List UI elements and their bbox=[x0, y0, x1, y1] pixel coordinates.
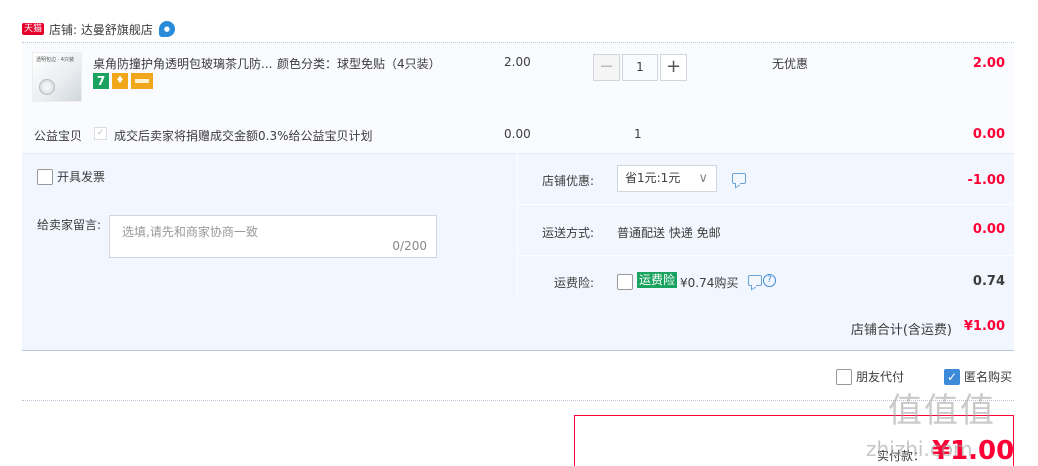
friend-pay-checkbox[interactable] bbox=[836, 368, 852, 385]
charity-text: 成交后卖家将捐赠成交金额0.3%给公益宝贝计划 bbox=[114, 129, 373, 143]
help-icon[interactable]: ? bbox=[763, 274, 776, 287]
message-char-count: 0/200 bbox=[392, 239, 427, 253]
insurance-price: ¥0.74购买 bbox=[680, 276, 739, 290]
item-discount: 无优惠 bbox=[772, 57, 809, 71]
product-image-shape bbox=[39, 79, 55, 95]
insurance-total: 0.74 bbox=[972, 274, 1005, 289]
chevron-down-icon: ∨ bbox=[698, 171, 708, 186]
shop-name-link[interactable]: 店铺: 达曼舒旗舰店 bbox=[49, 21, 153, 38]
row-divider bbox=[518, 255, 1014, 256]
shop-header: 天猫 店铺: 达曼舒旗舰店 ● bbox=[22, 18, 175, 40]
discount-info-chat-icon[interactable] bbox=[732, 173, 746, 184]
divider bbox=[22, 400, 1014, 401]
product-thumbnail[interactable]: 透明包边 · 4只装 bbox=[32, 52, 82, 102]
charity-price: 0.00 bbox=[504, 127, 531, 141]
insurance-checkbox[interactable] bbox=[617, 274, 633, 290]
quantity-input[interactable]: 1 bbox=[622, 54, 658, 81]
product-title-link[interactable]: 桌角防撞护角透明包玻璃茶几防... bbox=[93, 55, 272, 72]
invoice-label: 开具发票 bbox=[57, 170, 106, 184]
charity-qty: 1 bbox=[634, 127, 642, 141]
shop-discount-total: -1.00 bbox=[967, 173, 1005, 188]
order-item-panel: 透明包边 · 4只装 桌角防撞护角透明包玻璃茶几防... 颜色分类：球型免贴（4… bbox=[22, 43, 1014, 153]
service-badges: 7 ♦ bbox=[93, 73, 153, 89]
watermark-logo: 值值值 bbox=[888, 391, 996, 431]
insurance-badge: 运费险 bbox=[637, 272, 678, 288]
shipping-label: 运送方式: bbox=[541, 226, 594, 240]
item-subtotal: 2.00 bbox=[972, 56, 1005, 71]
wangwang-chat-icon[interactable]: ● bbox=[158, 21, 175, 37]
invoice-message-panel: 开具发票 给卖家留言: 选填,请先和商家协商一致 0/200 bbox=[22, 153, 517, 299]
charity-label: 公益宝贝 bbox=[34, 129, 83, 143]
product-sku: 颜色分类：球型免贴（4只装） bbox=[277, 57, 441, 71]
watermark-site: zhizhi.com bbox=[866, 437, 973, 461]
insurance-label: 运费险: bbox=[553, 276, 594, 290]
insurance-chat-icon[interactable] bbox=[748, 275, 762, 286]
invoice-checkbox[interactable] bbox=[37, 168, 53, 185]
shipping-discount-panel: 店铺优惠: 省1元:1元 ∨ -1.00 运送方式: 普通配送 快递 免邮 0.… bbox=[518, 153, 1014, 299]
shop-discount-value: 省1元:1元 bbox=[625, 171, 681, 185]
shipping-method: 普通配送 快递 免邮 bbox=[617, 226, 721, 240]
invoice-option[interactable]: 开具发票 bbox=[37, 168, 105, 185]
credit-card-icon[interactable] bbox=[131, 73, 153, 89]
shop-total-value: ¥1.00 bbox=[963, 319, 1005, 334]
shop-total-bar: 店铺合计(含运费) ¥1.00 bbox=[22, 299, 1014, 351]
quantity-plus-button[interactable]: + bbox=[660, 54, 687, 81]
charity-checkbox: ✓ bbox=[94, 127, 107, 140]
shipping-total: 0.00 bbox=[972, 222, 1005, 237]
unit-price: 2.00 bbox=[504, 55, 531, 69]
tmall-icon: 天猫 bbox=[22, 23, 45, 35]
quantity-minus-button[interactable]: − bbox=[593, 54, 620, 81]
shop-discount-label: 店铺优惠: bbox=[541, 174, 594, 188]
charity-subtotal: 0.00 bbox=[972, 127, 1005, 142]
message-label: 给卖家留言: bbox=[37, 218, 102, 232]
shop-discount-select[interactable]: 省1元:1元 ∨ bbox=[617, 165, 717, 192]
quantity-stepper: − 1 + bbox=[593, 54, 687, 81]
thumbnail-caption: 透明包边 · 4只装 bbox=[36, 57, 74, 63]
row-divider bbox=[518, 204, 1014, 205]
shop-total-label: 店铺合计(含运费) bbox=[850, 323, 952, 338]
seven-day-return-icon[interactable]: 7 bbox=[93, 73, 109, 89]
seller-message-input[interactable]: 选填,请先和商家协商一致 0/200 bbox=[109, 215, 437, 258]
message-placeholder: 选填,请先和商家协商一致 bbox=[122, 225, 258, 239]
guarantee-shield-icon[interactable]: ♦ bbox=[112, 73, 128, 89]
